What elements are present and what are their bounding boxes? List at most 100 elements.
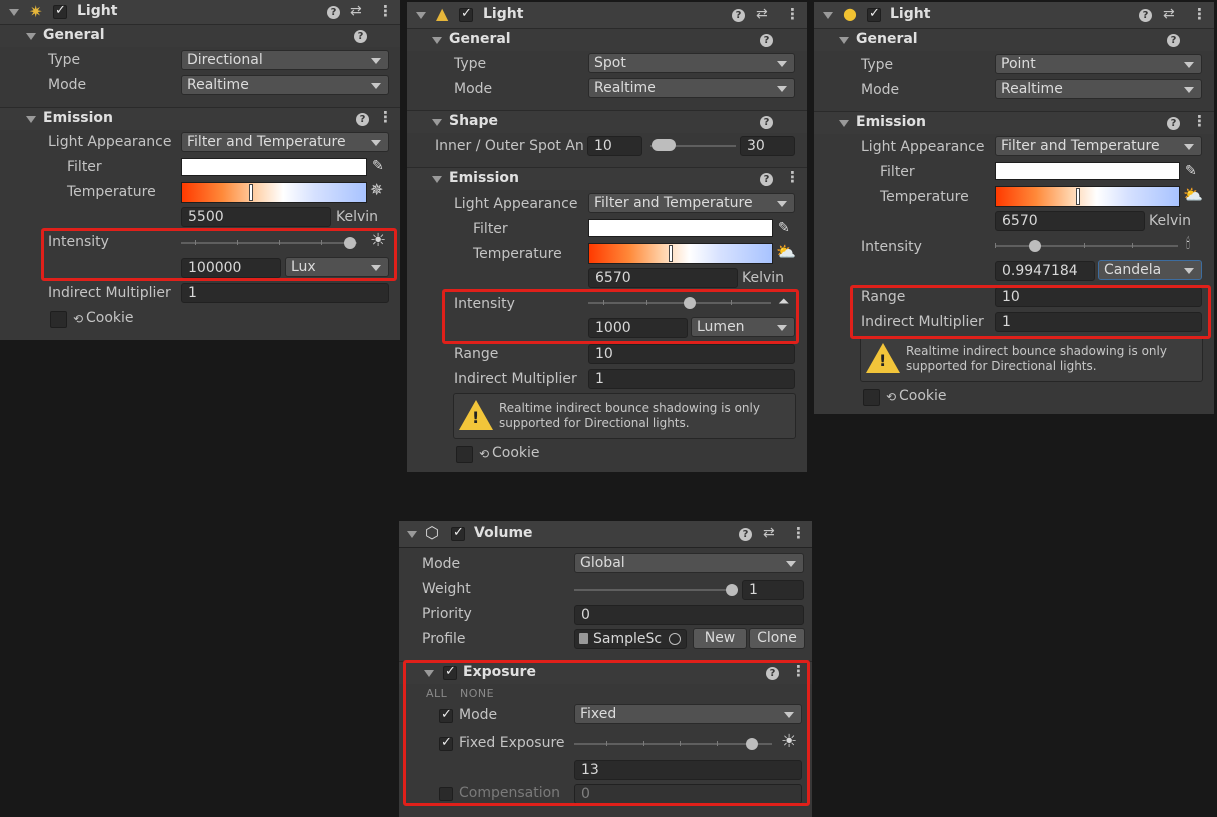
help-icon[interactable]: ? [1139, 9, 1152, 22]
presets-icon[interactable]: ⇄ [763, 525, 775, 541]
help-icon[interactable]: ? [354, 30, 367, 43]
foldout-arrow-icon[interactable] [432, 37, 442, 44]
foldout-general[interactable]: General ? [0, 24, 400, 47]
foldout-general[interactable]: General ? [814, 28, 1214, 51]
type-dropdown[interactable]: Directional [181, 50, 389, 70]
foldout-arrow-icon[interactable] [839, 120, 849, 127]
help-icon[interactable]: ? [760, 173, 773, 186]
temperature-input[interactable]: 5500 [181, 207, 331, 227]
filter-color-field[interactable] [588, 219, 773, 237]
priority-input[interactable]: 0 [574, 605, 804, 625]
foldout-arrow-icon[interactable] [26, 116, 36, 123]
intensity-input[interactable]: 0.9947184 [995, 261, 1095, 281]
help-icon[interactable]: ? [739, 528, 752, 541]
mode-dropdown[interactable]: Realtime [995, 79, 1202, 99]
temperature-input[interactable]: 6570 [995, 211, 1145, 231]
intensity-unit-dropdown[interactable]: Candela [1098, 260, 1202, 280]
temperature-handle[interactable] [1076, 188, 1080, 205]
temperature-gradient-slider[interactable] [181, 182, 367, 203]
type-label: Type [48, 52, 81, 68]
help-icon[interactable]: ? [1167, 34, 1180, 47]
help-icon[interactable]: ? [356, 113, 369, 126]
object-picker-icon[interactable] [669, 633, 681, 645]
presets-icon[interactable]: ⇄ [1163, 6, 1175, 22]
foldout-arrow-icon[interactable] [432, 176, 442, 183]
help-icon[interactable]: ? [760, 34, 773, 47]
spot-angle-range-handle[interactable] [652, 139, 676, 151]
chevron-down-icon [1184, 144, 1194, 150]
component-header[interactable]: ⬡ ✓ Volume ? ⇄ ⋮ [399, 521, 812, 548]
kebab-menu-icon[interactable]: ⋮ [785, 5, 800, 23]
presets-icon[interactable]: ⇄ [350, 3, 362, 19]
foldout-arrow-icon[interactable] [9, 9, 19, 16]
component-header[interactable]: ✷ ✓ Light ? ⇄ ⋮ [0, 0, 400, 27]
new-profile-button[interactable]: New [693, 628, 747, 649]
help-icon[interactable]: ? [1167, 117, 1180, 130]
cookie-checkbox[interactable] [456, 446, 473, 463]
light-appearance-dropdown[interactable]: Filter and Temperature [181, 132, 389, 152]
type-dropdown[interactable]: Point [995, 54, 1202, 74]
outer-angle-input[interactable]: 30 [740, 136, 795, 156]
foldout-arrow-icon[interactable] [407, 531, 417, 538]
spot-light-icon: ▲ [436, 4, 449, 23]
foldout-emission[interactable]: Emission ? ⋮ [407, 167, 807, 190]
filter-color-field[interactable] [181, 158, 367, 176]
temperature-gradient-slider[interactable] [995, 186, 1180, 207]
foldout-emission[interactable]: Emission ? ⋮ [0, 107, 400, 130]
weight-input[interactable]: 1 [742, 580, 804, 600]
light-enabled-checkbox[interactable]: ✓ [53, 3, 67, 19]
cookie-checkbox[interactable] [50, 311, 67, 328]
profile-object-field[interactable]: SampleSc [574, 629, 687, 649]
foldout-emission[interactable]: Emission ? ⋮ [814, 111, 1214, 134]
light-enabled-checkbox[interactable]: ✓ [459, 6, 473, 22]
light-appearance-dropdown[interactable]: Filter and Temperature [995, 136, 1202, 156]
temperature-gradient-slider[interactable] [588, 243, 773, 264]
type-dropdown[interactable]: Spot [588, 53, 795, 73]
kebab-menu-icon[interactable]: ⋮ [791, 524, 806, 542]
eyedropper-icon[interactable]: ✎ [778, 220, 790, 236]
foldout-shape[interactable]: Shape ? [407, 110, 807, 133]
kebab-menu-icon[interactable]: ⋮ [1192, 5, 1207, 23]
mode-label: Mode [454, 81, 493, 97]
component-header[interactable]: ▲ ✓ Light ? ⇄ ⋮ [407, 2, 807, 29]
intensity-slider-track[interactable] [995, 245, 1178, 247]
clone-profile-button[interactable]: Clone [749, 628, 805, 649]
eyedropper-icon[interactable]: ✎ [372, 158, 384, 174]
foldout-general[interactable]: General ? [407, 28, 807, 51]
kebab-menu-icon[interactable]: ⋮ [378, 108, 393, 126]
mode-dropdown[interactable]: Realtime [181, 75, 389, 95]
foldout-arrow-icon[interactable] [823, 12, 833, 19]
temperature-input[interactable]: 6570 [588, 268, 738, 288]
presets-icon[interactable]: ⇄ [756, 6, 768, 22]
cookie-target-icon: ⟲ [886, 390, 897, 404]
component-header[interactable]: ● ✓ Light ? ⇄ ⋮ [814, 2, 1214, 29]
intensity-slider-knob[interactable] [1029, 240, 1041, 252]
weight-slider-track[interactable] [574, 589, 732, 591]
volume-enabled-checkbox[interactable]: ✓ [451, 525, 465, 541]
range-input[interactable]: 10 [588, 344, 795, 364]
temperature-handle[interactable] [249, 184, 253, 201]
weight-slider-knob[interactable] [726, 584, 738, 596]
foldout-arrow-icon[interactable] [26, 33, 36, 40]
kebab-menu-icon[interactable]: ⋮ [1192, 112, 1207, 130]
eyedropper-icon[interactable]: ✎ [1185, 163, 1197, 179]
mode-dropdown[interactable]: Global [574, 553, 804, 573]
inner-angle-input[interactable]: 10 [587, 136, 642, 156]
chevron-down-icon [371, 140, 381, 146]
kebab-menu-icon[interactable]: ⋮ [785, 168, 800, 186]
light-appearance-dropdown[interactable]: Filter and Temperature [588, 193, 795, 213]
indirect-multiplier-input[interactable]: 1 [588, 369, 795, 389]
help-icon[interactable]: ? [327, 6, 340, 19]
foldout-arrow-icon[interactable] [416, 12, 426, 19]
foldout-arrow-icon[interactable] [839, 37, 849, 44]
temperature-handle[interactable] [669, 245, 673, 262]
light-enabled-checkbox[interactable]: ✓ [867, 6, 881, 22]
mode-dropdown[interactable]: Realtime [588, 78, 795, 98]
help-icon[interactable]: ? [732, 9, 745, 22]
kebab-menu-icon[interactable]: ⋮ [378, 2, 393, 20]
foldout-arrow-icon[interactable] [432, 119, 442, 126]
help-icon[interactable]: ? [760, 116, 773, 129]
cookie-checkbox[interactable] [863, 389, 880, 406]
filter-color-field[interactable] [995, 162, 1180, 180]
indirect-multiplier-input[interactable]: 1 [181, 283, 389, 303]
